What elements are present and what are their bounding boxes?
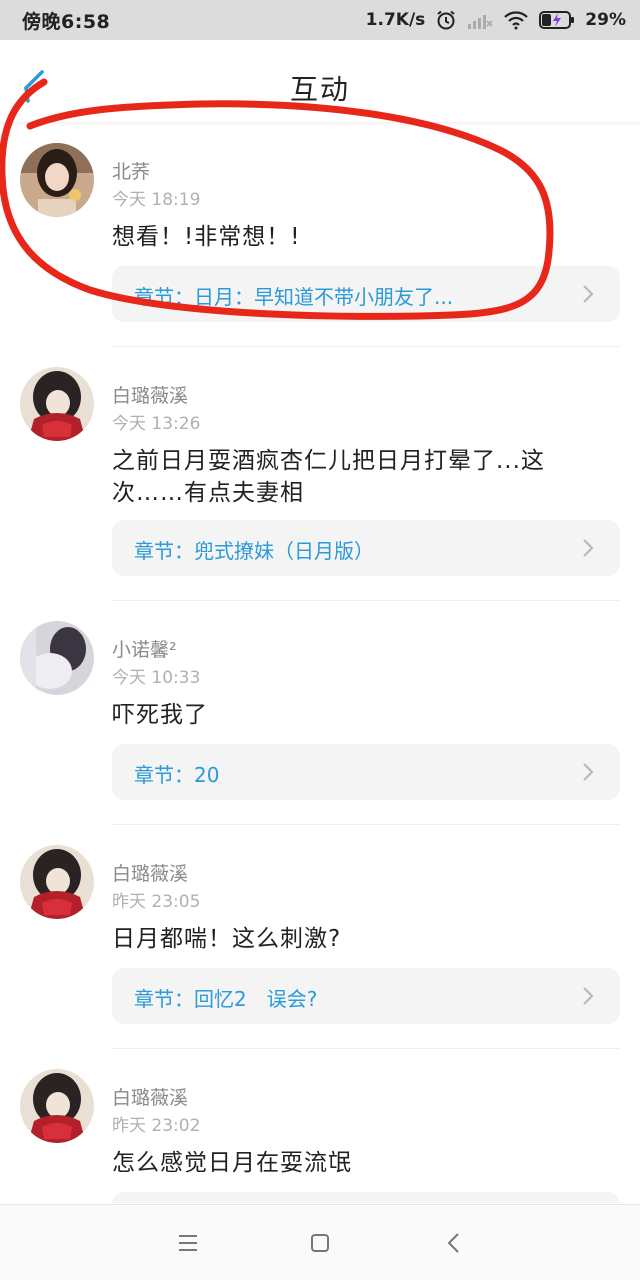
home-square-icon [311,1234,329,1252]
comment-text: 怎么感觉日月在耍流氓 [112,1150,352,1176]
avatar[interactable] [20,367,94,441]
comment-item[interactable]: 白璐薇溪 昨天 23:05 日月都喘！这么刺激? 章节：回忆2 误会? [0,825,640,1049]
home-button[interactable] [304,1227,336,1259]
chevron-right-icon [583,763,594,781]
page-title: 互动 [289,73,350,106]
chapter-label: 章节：兜式撩妹（日月版） [134,539,374,563]
timestamp: 昨天 23:02 [112,1116,201,1136]
signal-icon [467,10,493,30]
chapter-link[interactable]: 章节：兜式撩妹（日月版） [112,520,620,576]
net-speed: 1.7K/s [365,10,426,30]
chapter-link[interactable]: 章节：日月：早知道不带小朋友了... [112,266,620,322]
avatar-anime-image [20,845,94,919]
chapter-link[interactable]: 章节：回忆2 误会? [112,968,620,1024]
comment-text: 之前日月耍酒疯杏仁儿把日月打晕了...这次……有点夫妻相 [112,448,545,506]
username[interactable]: 北荞 [112,157,150,184]
comment-text: 想看！!非常想！! [112,224,301,250]
avatar[interactable] [20,143,94,217]
chevron-right-icon [583,539,594,557]
chapter-link[interactable]: 章节：20 [112,744,620,800]
chapter-label: 章节：20 [134,763,220,787]
system-nav-bar [0,1204,640,1280]
avatar-girl-image [20,143,94,217]
avatar-photo-image [20,621,94,695]
screen: 傍晚6:58 1.7K/s 29% 互动 北荞 今天 18:19 想看！!非常想… [0,0,640,1280]
timestamp: 今天 18:19 [112,190,201,210]
nav-back-button[interactable] [438,1227,470,1259]
status-bar: 傍晚6:58 1.7K/s 29% [0,0,640,40]
menu-icon [179,1235,197,1251]
username[interactable]: 白璐薇溪 [112,381,188,408]
comment-list: 北荞 今天 18:19 想看！!非常想！! 章节：日月：早知道不带小朋友了... [0,123,640,1203]
comment-text: 吓死我了 [112,702,208,728]
menu-button[interactable] [172,1227,204,1259]
comment-text: 日月都喘！这么刺激? [112,926,342,952]
status-time: 傍晚6:58 [22,10,111,33]
battery-percent: 29% [585,10,626,30]
chapter-label: 章节：回忆2 误会? [134,987,318,1011]
username[interactable]: 小诺馨² [112,635,177,662]
avatar[interactable] [20,1069,94,1143]
timestamp: 今天 13:26 [112,414,201,434]
chapter-link[interactable] [112,1192,620,1203]
avatar-anime-image [20,1069,94,1143]
header: 互动 [0,40,640,123]
username[interactable]: 白璐薇溪 [112,1083,188,1110]
comment-item[interactable]: 白璐薇溪 今天 13:26 之前日月耍酒疯杏仁儿把日月打晕了...这次……有点夫… [0,347,640,601]
nav-back-icon [447,1233,459,1253]
avatar[interactable] [20,621,94,695]
comment-item[interactable]: 白璐薇溪 昨天 23:02 怎么感觉日月在耍流氓 [0,1049,640,1203]
alarm-icon [435,9,457,31]
comment-item[interactable]: 北荞 今天 18:19 想看！!非常想！! 章节：日月：早知道不带小朋友了... [0,123,640,347]
timestamp: 昨天 23:05 [112,892,201,912]
chapter-label: 章节：日月：早知道不带小朋友了... [134,285,454,309]
username[interactable]: 白璐薇溪 [112,859,188,886]
avatar[interactable] [20,845,94,919]
chevron-right-icon [583,987,594,1005]
timestamp: 今天 10:33 [112,668,201,688]
comment-item[interactable]: 小诺馨² 今天 10:33 吓死我了 章节：20 [0,601,640,825]
battery-icon [539,11,575,29]
status-icons: 1.7K/s 29% [366,9,626,31]
chevron-right-icon [583,285,594,303]
wifi-icon [503,10,529,30]
avatar-anime-image [20,367,94,441]
